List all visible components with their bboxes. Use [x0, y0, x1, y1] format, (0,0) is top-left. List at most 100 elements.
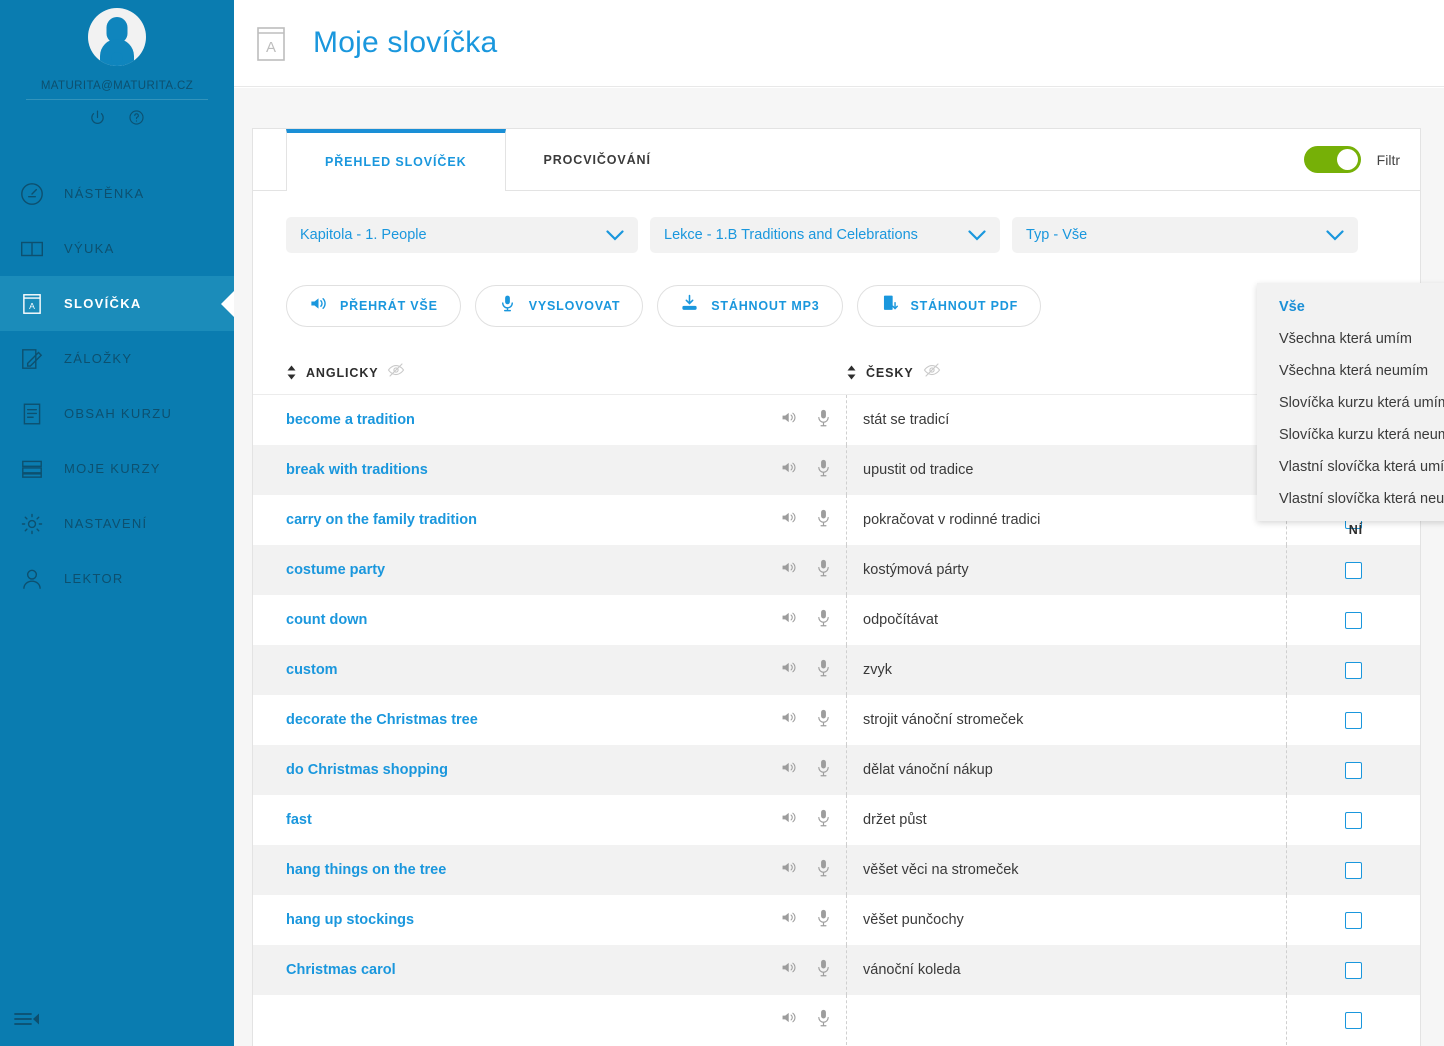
- dropdown-option[interactable]: Vše: [1257, 291, 1444, 323]
- row-checkbox[interactable]: [1345, 561, 1362, 579]
- microphone-icon[interactable]: [817, 659, 830, 682]
- row-checkbox[interactable]: [1345, 611, 1362, 629]
- play-sound-icon[interactable]: [781, 760, 798, 780]
- help-icon[interactable]: [128, 109, 145, 126]
- microphone-icon[interactable]: [817, 759, 830, 782]
- microphone-icon[interactable]: [817, 609, 830, 632]
- table-row[interactable]: carry on the family tradition pokračovat…: [253, 495, 1420, 545]
- microphone-icon[interactable]: [817, 959, 830, 982]
- dropdown-option[interactable]: Vlastní slovíčka která neumím: [1257, 483, 1444, 515]
- microphone-icon[interactable]: [817, 459, 830, 482]
- download-pdf-icon: [880, 294, 899, 318]
- microphone-icon[interactable]: [817, 409, 830, 432]
- avatar[interactable]: [88, 8, 146, 66]
- column-header-label: ANGLICKY: [306, 365, 379, 380]
- word-english[interactable]: costume party: [286, 562, 385, 578]
- word-english[interactable]: become a tradition: [286, 412, 415, 428]
- row-checkbox[interactable]: [1345, 1011, 1362, 1029]
- sidebar-item-nastenka[interactable]: NÁSTĚNKA: [0, 166, 234, 221]
- download-mp3-button[interactable]: STÁHNOUT MP3: [657, 285, 843, 327]
- table-row[interactable]: hang things on the tree věšet věci na st…: [253, 845, 1420, 895]
- microphone-icon[interactable]: [817, 809, 830, 832]
- dropdown-option[interactable]: Slovíčka kurzu která umím: [1257, 387, 1444, 419]
- play-sound-icon[interactable]: [781, 510, 798, 530]
- eye-slash-icon[interactable]: [923, 363, 941, 382]
- dropdown-option[interactable]: Všechna která neumím: [1257, 355, 1444, 387]
- row-checkbox[interactable]: [1345, 711, 1362, 729]
- play-sound-icon[interactable]: [781, 860, 798, 880]
- play-sound-icon[interactable]: [781, 560, 798, 580]
- play-sound-icon[interactable]: [781, 910, 798, 930]
- table-row[interactable]: custom zvyk: [253, 645, 1420, 695]
- play-sound-icon[interactable]: [781, 460, 798, 480]
- word-english[interactable]: custom: [286, 662, 338, 678]
- play-sound-icon[interactable]: [781, 1010, 798, 1030]
- microphone-icon[interactable]: [817, 509, 830, 532]
- row-checkbox[interactable]: [1345, 911, 1362, 929]
- tab-procvicovani[interactable]: PROCVIČOVÁNÍ: [506, 129, 689, 190]
- table-row[interactable]: break with traditions upustit od tradice: [253, 445, 1420, 495]
- microphone-icon[interactable]: [817, 909, 830, 932]
- word-english[interactable]: count down: [286, 612, 367, 628]
- row-checkbox[interactable]: [1345, 761, 1362, 779]
- dropdown-option[interactable]: Vlastní slovíčka která umím: [1257, 451, 1444, 483]
- row-checkbox[interactable]: [1345, 811, 1362, 829]
- word-english[interactable]: fast: [286, 812, 312, 828]
- sidebar-item-moje-kurzy[interactable]: MOJE KURZY: [0, 441, 234, 496]
- play-sound-icon[interactable]: [781, 410, 798, 430]
- play-sound-icon[interactable]: [781, 960, 798, 980]
- power-icon[interactable]: [89, 109, 106, 126]
- lesson-select[interactable]: Lekce - 1.B Traditions and Celebrations: [650, 217, 1000, 253]
- column-header-cesky[interactable]: ČESKY: [846, 363, 1286, 382]
- filter-toggle[interactable]: [1303, 146, 1361, 173]
- play-sound-icon[interactable]: [781, 710, 798, 730]
- table-row[interactable]: do Christmas shopping dělat vánoční náku…: [253, 745, 1420, 795]
- microphone-icon[interactable]: [817, 1009, 830, 1032]
- word-english[interactable]: decorate the Christmas tree: [286, 712, 478, 728]
- row-checkbox[interactable]: [1345, 861, 1362, 879]
- word-czech: zvyk: [863, 662, 892, 678]
- row-checkbox[interactable]: [1345, 661, 1362, 679]
- sort-icon[interactable]: [286, 365, 297, 380]
- pronounce-button[interactable]: VYSLOVOVAT: [474, 285, 644, 327]
- play-all-button[interactable]: PŘEHRÁT VŠE: [286, 285, 461, 327]
- table-row[interactable]: Christmas carol vánoční koleda: [253, 945, 1420, 995]
- word-english[interactable]: hang up stockings: [286, 912, 414, 928]
- microphone-icon[interactable]: [817, 559, 830, 582]
- sidebar-item-zalozky[interactable]: ZÁLOŽKY: [0, 331, 234, 386]
- table-row[interactable]: decorate the Christmas tree strojit váno…: [253, 695, 1420, 745]
- play-sound-icon[interactable]: [781, 810, 798, 830]
- download-pdf-button[interactable]: STÁHNOUT PDF: [856, 285, 1042, 327]
- table-row[interactable]: hang up stockings věšet punčochy: [253, 895, 1420, 945]
- table-row[interactable]: become a tradition stát se tradicí: [253, 395, 1420, 445]
- eye-slash-icon[interactable]: [387, 363, 405, 382]
- sidebar-item-obsah-kurzu[interactable]: OBSAH KURZU: [0, 386, 234, 441]
- column-header-anglicky[interactable]: ANGLICKY: [286, 363, 846, 382]
- microphone-icon[interactable]: [817, 709, 830, 732]
- cell-english: become a tradition: [286, 409, 846, 432]
- word-english[interactable]: carry on the family tradition: [286, 512, 477, 528]
- word-english[interactable]: hang things on the tree: [286, 862, 446, 878]
- collapse-sidebar-button[interactable]: [14, 1011, 40, 1032]
- dropdown-option[interactable]: Všechna která umím: [1257, 323, 1444, 355]
- sidebar-item-vyuka[interactable]: VÝUKA: [0, 221, 234, 276]
- word-english[interactable]: do Christmas shopping: [286, 762, 448, 778]
- table-row[interactable]: [253, 995, 1420, 1045]
- sidebar-item-slovicka[interactable]: A SLOVÍČKA: [0, 276, 234, 331]
- table-row[interactable]: costume party kostýmová párty: [253, 545, 1420, 595]
- sidebar-item-nastaveni[interactable]: NASTAVENÍ: [0, 496, 234, 551]
- dropdown-option[interactable]: Slovíčka kurzu která neumím: [1257, 419, 1444, 451]
- table-row[interactable]: fast držet půst: [253, 795, 1420, 845]
- play-sound-icon[interactable]: [781, 610, 798, 630]
- chapter-select[interactable]: Kapitola - 1. People: [286, 217, 638, 253]
- sort-icon[interactable]: [846, 365, 857, 380]
- word-english[interactable]: break with traditions: [286, 462, 428, 478]
- sidebar-item-lektor[interactable]: LEKTOR: [0, 551, 234, 606]
- type-select[interactable]: Typ - Vše: [1012, 217, 1358, 253]
- tab-prehled-slovicek[interactable]: PŘEHLED SLOVÍČEK: [286, 129, 506, 191]
- play-sound-icon[interactable]: [781, 660, 798, 680]
- word-english[interactable]: Christmas carol: [286, 962, 396, 978]
- microphone-icon[interactable]: [817, 859, 830, 882]
- table-row[interactable]: count down odpočítávat: [253, 595, 1420, 645]
- row-checkbox[interactable]: [1345, 961, 1362, 979]
